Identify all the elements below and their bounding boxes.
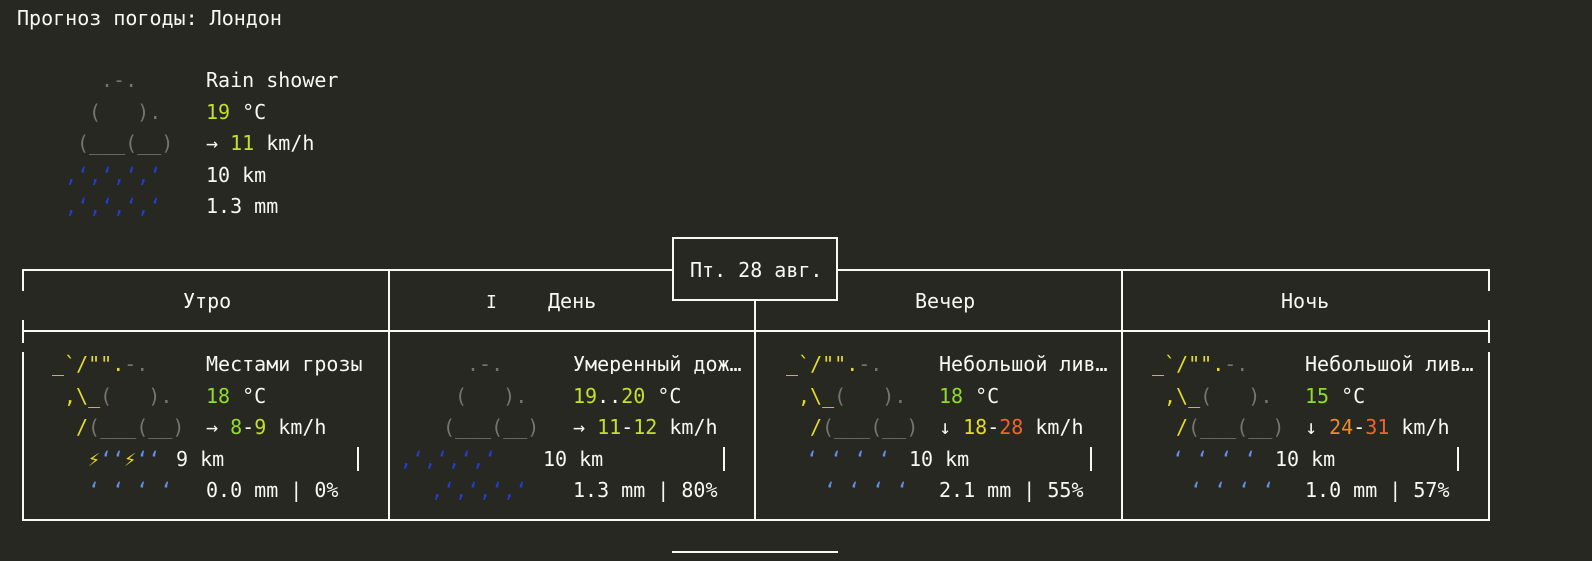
next-date-box-edge [672,551,838,553]
period-temperature: 15 °C [1305,384,1366,408]
period-condition: Умеренный дождь [573,354,749,374]
current-visibility: 10 km [206,163,267,187]
wind-arrow-icon: ↓ [939,415,952,439]
wind-arrow-icon: → [573,415,586,439]
period-visibility: 10 km [543,447,604,471]
period-wind: → 11-12 km/h [573,415,718,439]
period-header-night: Ночь [1281,289,1330,313]
period-wind: ↓ 18-28 km/h [939,415,1084,439]
text-cursor-icon: I [486,292,497,313]
current-condition: Rain shower [206,68,339,92]
wind-arrow-icon: → [206,415,219,439]
period-condition: Местами грозы [206,352,363,376]
page-title: Прогноз погоды: Лондон [17,6,282,30]
period-visibility: 10 km [1275,447,1336,471]
period-temperature: 19..20 °C [573,384,682,408]
current-precipitation: 1.3 mm [206,194,279,218]
date-label: Пт. 28 авг. [690,258,823,282]
period-header-morning: Утро [183,289,232,313]
wind-arrow-icon: ↓ [1305,415,1318,439]
period-temperature: 18 °C [206,384,267,408]
period-wind: → 8-9 km/h [206,415,327,439]
period-condition: Небольшой ливневый дождь [1305,354,1483,374]
wind-arrow-icon: → [206,131,219,155]
period-condition: Небольшой ливневый дождь [939,354,1117,374]
current-wind: → 11 km/h [206,131,315,155]
period-precipitation: 1.0 mm | 57% [1305,478,1450,502]
period-temperature: 18 °C [939,384,1000,408]
period-wind: ↓ 24-31 km/h [1305,415,1450,439]
period-visibility: 10 km [909,447,970,471]
period-precipitation: 1.3 mm | 80% [573,478,718,502]
period-header-evening: Вечер [915,289,976,313]
period-precipitation: 0.0 mm | 0% [206,478,339,502]
period-visibility: 9 km [176,447,225,471]
current-temperature: 19 °C [206,100,267,124]
period-precipitation: 2.1 mm | 55% [939,478,1084,502]
period-header-day: День [548,289,597,313]
